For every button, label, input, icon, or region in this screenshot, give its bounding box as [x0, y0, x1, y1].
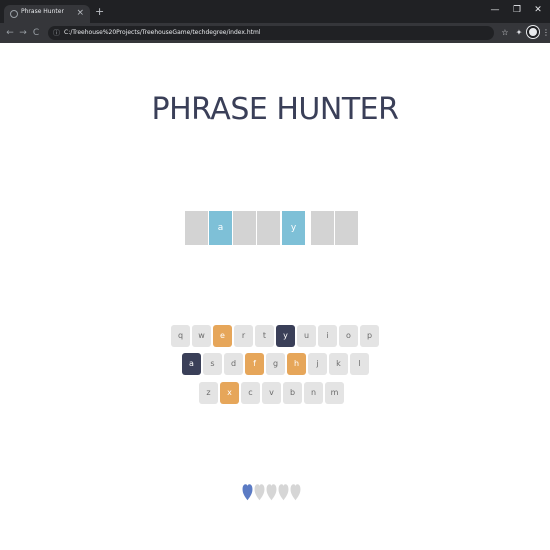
lost-heart-icon — [290, 484, 301, 501]
key-d[interactable]: d — [224, 353, 243, 375]
key-i[interactable]: i — [318, 325, 337, 347]
phrase-letter — [335, 211, 358, 245]
star-icon[interactable]: ☆ — [499, 27, 511, 39]
key-w[interactable]: w — [192, 325, 211, 347]
key-u[interactable]: u — [297, 325, 316, 347]
key-p[interactable]: p — [360, 325, 379, 347]
key-e[interactable]: e — [213, 325, 232, 347]
extensions-icon[interactable]: ✦ — [513, 27, 525, 39]
key-f[interactable]: f — [245, 353, 264, 375]
key-n[interactable]: n — [304, 382, 323, 404]
key-q[interactable]: q — [171, 325, 190, 347]
phrase-letter — [185, 211, 208, 245]
address-bar[interactable]: ⓘ C:/Treehouse%20Projects/TreehouseGame/… — [48, 26, 494, 40]
key-j[interactable]: j — [308, 353, 327, 375]
key-h[interactable]: h — [287, 353, 306, 375]
key-t[interactable]: t — [255, 325, 274, 347]
key-r[interactable]: r — [234, 325, 253, 347]
maximize-button[interactable]: ❐ — [510, 3, 524, 17]
key-k[interactable]: k — [329, 353, 348, 375]
phrase-letter: a — [209, 211, 232, 245]
key-o[interactable]: o — [339, 325, 358, 347]
lost-heart-icon — [278, 484, 289, 501]
key-a[interactable]: a — [182, 353, 201, 375]
page-title: PHRASE HUNTER — [151, 92, 399, 127]
phrase-letter — [233, 211, 256, 245]
phrase-board: ay — [0, 211, 550, 245]
browser-toolbar: ← → C ⓘ C:/Treehouse%20Projects/Treehous… — [0, 23, 550, 43]
info-icon[interactable]: ⓘ — [53, 26, 60, 40]
key-c[interactable]: c — [241, 382, 260, 404]
key-z[interactable]: z — [199, 382, 218, 404]
key-g[interactable]: g — [266, 353, 285, 375]
key-v[interactable]: v — [262, 382, 281, 404]
phrase-letter — [311, 211, 334, 245]
browser-tab[interactable]: Phrase Hunter × — [4, 5, 90, 23]
new-tab-button[interactable]: + — [95, 6, 104, 18]
key-m[interactable]: m — [325, 382, 344, 404]
profile-avatar[interactable] — [527, 26, 539, 38]
tab-close-icon[interactable]: × — [76, 7, 84, 19]
lost-heart-icon — [254, 484, 265, 501]
phrase-letter — [257, 211, 280, 245]
key-b[interactable]: b — [283, 382, 302, 404]
live-heart-icon — [242, 484, 253, 501]
lost-heart-icon — [266, 484, 277, 501]
minimize-button[interactable]: — — [488, 3, 502, 17]
forward-arrow-icon[interactable]: → — [17, 25, 29, 41]
key-l[interactable]: l — [350, 353, 369, 375]
url-text[interactable]: C:/Treehouse%20Projects/TreehouseGame/te… — [64, 26, 261, 40]
phrase-letter: y — [282, 211, 305, 245]
key-x[interactable]: x — [220, 382, 239, 404]
key-y[interactable]: y — [276, 325, 295, 347]
back-arrow-icon[interactable]: ← — [4, 25, 16, 41]
close-window-button[interactable]: ✕ — [531, 3, 545, 17]
reload-icon[interactable]: C — [30, 25, 42, 41]
key-s[interactable]: s — [203, 353, 222, 375]
globe-icon — [10, 10, 18, 18]
browser-titlebar: Phrase Hunter × + — ❐ ✕ — [0, 0, 550, 23]
menu-icon[interactable]: ⋮ — [540, 27, 550, 39]
tab-title: Phrase Hunter — [21, 8, 64, 15]
